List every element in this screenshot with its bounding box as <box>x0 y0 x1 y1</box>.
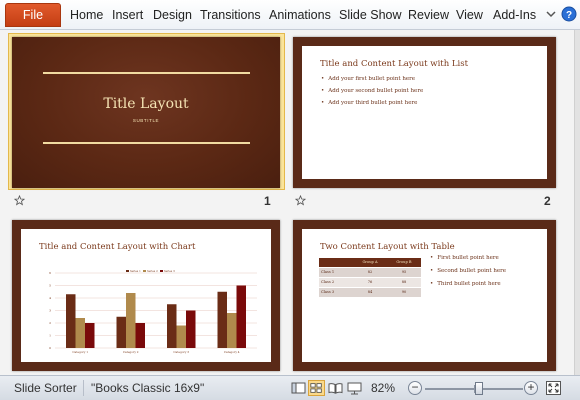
chart-y-tick-label: 0 <box>49 346 51 350</box>
slide-4-thumbnail[interactable]: Two Content Layout with Table Group A Gr… <box>293 220 556 371</box>
normal-view-icon[interactable] <box>290 380 307 396</box>
transition-star-icon[interactable] <box>14 195 25 206</box>
table-cell: Class 3 <box>319 286 353 297</box>
slide-2-title: Title and Content Layout with List <box>320 59 469 69</box>
chart-y-tick-label: 5 <box>49 284 51 288</box>
slide-number: 1 <box>264 194 271 208</box>
status-bar: Slide Sorter "Books Classic 16x9" 82% − … <box>0 375 580 400</box>
table-cell: 95 <box>387 266 421 277</box>
slide-sorter-view-icon[interactable] <box>308 380 325 396</box>
tab-insert[interactable]: Insert <box>112 8 143 22</box>
tab-home[interactable]: Home <box>70 8 103 22</box>
chart-y-tick-label: 1 <box>49 334 51 338</box>
table-header-row: Group A Group B <box>319 258 421 267</box>
status-separator <box>83 380 84 396</box>
transition-star-icon[interactable] <box>295 195 306 206</box>
slide-1-thumbnail[interactable]: Title Layout SUBTITLE <box>12 37 280 188</box>
chart-legend-swatch <box>126 270 129 272</box>
table-cell: 84 <box>353 286 387 297</box>
slide-number: 2 <box>544 194 551 208</box>
table-header-cell <box>319 258 353 267</box>
zoom-in-button[interactable]: + <box>524 381 538 395</box>
zoom-level-label[interactable]: 82% <box>371 381 395 395</box>
table-cell: 90 <box>387 286 421 297</box>
chart-y-tick-label: 2 <box>49 321 51 325</box>
chart-legend-swatch <box>160 270 163 272</box>
chart-legend-swatch <box>143 270 146 272</box>
chart-bar <box>75 318 85 348</box>
minimize-ribbon-icon[interactable] <box>543 6 559 22</box>
chart-y-tick-label: 3 <box>49 309 51 313</box>
table-cell: 82 <box>353 266 387 277</box>
chart-x-tick-label: Category 3 <box>173 350 189 354</box>
bullet-item: Third bullet point here <box>430 281 506 287</box>
table-cell: 88 <box>387 276 421 287</box>
table-cell: Class 1 <box>319 266 353 277</box>
table-row: Class 3 84 90 <box>319 286 421 297</box>
table-row: Class 1 82 95 <box>319 266 421 277</box>
chart-bar <box>66 294 76 348</box>
slide-4-title: Two Content Layout with Table <box>320 242 455 252</box>
slide-1-title: Title Layout <box>103 96 189 112</box>
chart-bar <box>176 325 186 348</box>
bullet-item: Add your third bullet point here <box>321 100 423 106</box>
chart-bar <box>186 310 196 348</box>
file-tab[interactable]: File <box>5 3 61 27</box>
view-name-label: Slide Sorter <box>14 381 77 395</box>
chart-x-tick-label: Category 4 <box>224 350 240 354</box>
slide-show-view-icon[interactable] <box>346 380 363 396</box>
tab-slide-show[interactable]: Slide Show <box>339 8 402 22</box>
chart-bar <box>135 323 145 348</box>
chart-bar <box>85 323 95 348</box>
chart-bar <box>126 293 136 348</box>
chart-bar <box>236 285 246 348</box>
help-icon[interactable]: ? <box>561 6 577 22</box>
chart-x-tick-label: Category 1 <box>72 350 88 354</box>
fit-to-window-icon[interactable] <box>545 380 562 396</box>
slide-1-bottom-rule <box>43 142 250 144</box>
tab-review[interactable]: Review <box>408 8 449 22</box>
slide-1-top-rule <box>43 72 250 74</box>
chart-legend-label: Series 1 <box>130 269 141 273</box>
bullet-item: Second bullet point here <box>430 268 506 274</box>
slide-3-thumbnail[interactable]: Title and Content Layout with Chart 6543… <box>12 220 280 371</box>
slide-4-table: Group A Group B Class 1 82 95 Class 2 76… <box>319 258 421 297</box>
table-header-cell: Group B <box>387 258 421 267</box>
chart-bar <box>227 313 237 348</box>
slide-4-bullet-list: First bullet point here Second bullet po… <box>430 255 506 294</box>
bullet-item: Add your second bullet point here <box>321 88 423 94</box>
reading-view-icon[interactable] <box>327 380 344 396</box>
chart-bar <box>167 304 177 348</box>
table-cell: Class 2 <box>319 276 353 287</box>
tab-animations[interactable]: Animations <box>269 8 331 22</box>
tab-view[interactable]: View <box>456 8 483 22</box>
bullet-item: Add your first bullet point here <box>321 76 423 82</box>
tab-add-ins[interactable]: Add-Ins <box>493 8 536 22</box>
chart-bar <box>217 291 227 348</box>
svg-text:?: ? <box>566 10 572 21</box>
ribbon-tab-bar: File Home Insert Design Transitions Anim… <box>0 0 580 30</box>
zoom-slider-thumb[interactable] <box>474 382 483 395</box>
chart-bar <box>116 316 126 348</box>
chart-legend-label: Series 2 <box>147 269 158 273</box>
zoom-out-button[interactable]: − <box>408 381 422 395</box>
slide-2-thumbnail[interactable]: Title and Content Layout with List Add y… <box>293 37 556 188</box>
slide-3-bar-chart: 6 5 4 3 2 1 0 Series 1 Series 2 Series 3 Category … <box>49 269 257 354</box>
table-cell: 76 <box>353 276 387 287</box>
bullet-item: First bullet point here <box>430 255 506 261</box>
table-header-cell: Group A <box>353 258 387 267</box>
slide-2-bullet-list: Add your first bullet point here Add you… <box>321 76 423 112</box>
slide-1-subtitle: SUBTITLE <box>132 118 160 123</box>
chart-x-tick-label: Category 2 <box>123 350 139 354</box>
vertical-scrollbar[interactable] <box>574 30 580 375</box>
theme-name-label[interactable]: "Books Classic 16x9" <box>91 381 204 395</box>
tab-transitions[interactable]: Transitions <box>200 8 261 22</box>
table-row: Class 2 76 88 <box>319 276 421 287</box>
tab-design[interactable]: Design <box>153 8 192 22</box>
chart-y-tick-label: 6 <box>49 271 51 275</box>
chart-legend-label: Series 3 <box>164 269 175 273</box>
chart-y-tick-label: 4 <box>49 296 51 300</box>
